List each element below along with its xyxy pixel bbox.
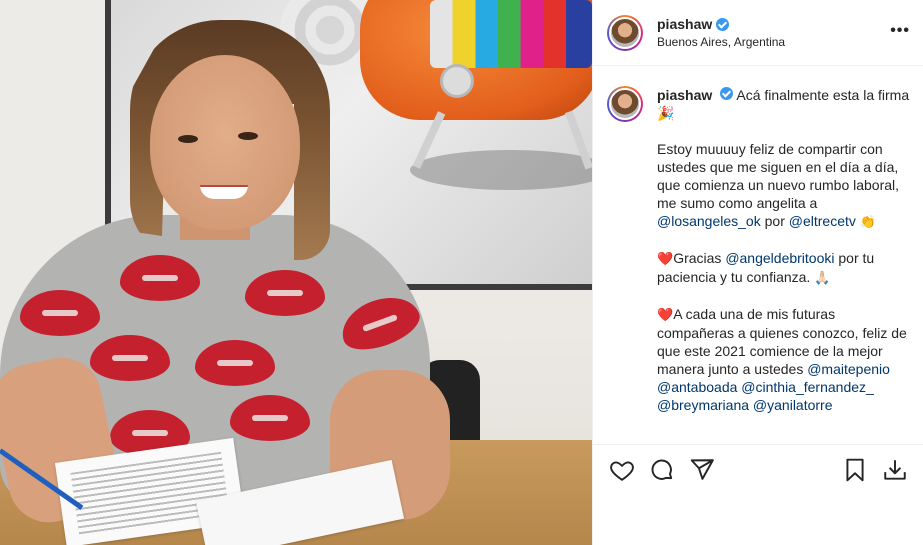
header-username[interactable]: piashaw: [657, 16, 712, 32]
mention-link[interactable]: @antaboada: [657, 379, 737, 395]
photo-lip-print: [195, 340, 275, 386]
bookmark-icon[interactable]: [842, 457, 868, 483]
photo-tv-screen: [430, 0, 592, 68]
caption-paragraph-3: ❤️A cada una de mis futuras compañeras a…: [657, 305, 910, 414]
photo-lip-print: [120, 255, 200, 301]
caption-text: Gracias: [673, 250, 722, 266]
avatar[interactable]: [607, 86, 643, 122]
more-options-button[interactable]: •••: [890, 22, 910, 40]
photo-lip-print: [230, 395, 310, 441]
post-photo[interactable]: [0, 0, 592, 545]
mention-link[interactable]: @yanilatorre: [753, 397, 833, 413]
action-bar: [593, 444, 923, 494]
photo-tv-knob: [440, 64, 474, 98]
mention-link[interactable]: @eltrecetv: [789, 213, 856, 229]
photo-eye: [238, 132, 258, 140]
post-side-panel: piashaw Buenos Aires, Argentina ••• pias…: [592, 0, 923, 545]
clap-emoji: 👏: [859, 214, 876, 229]
pray-emoji: 🙏🏻: [814, 270, 831, 285]
mention-link[interactable]: @losangeles_ok: [657, 213, 761, 229]
avatar[interactable]: [607, 14, 643, 51]
photo-eye: [178, 135, 198, 143]
caption-paragraph-1: Estoy muuuuy feliz de compartir con uste…: [657, 140, 910, 231]
comment-icon[interactable]: [649, 457, 675, 483]
verified-badge-icon: [720, 87, 734, 100]
photo-lip-print: [20, 290, 100, 336]
caption-text: por: [764, 213, 785, 229]
post-header: piashaw Buenos Aires, Argentina •••: [593, 0, 923, 66]
caption-text: Estoy muuuuy feliz de compartir con uste…: [657, 141, 900, 211]
mention-link[interactable]: @breymariana: [657, 397, 749, 413]
photo-lip-print: [90, 335, 170, 381]
verified-badge-icon: [716, 17, 730, 31]
caption-username[interactable]: piashaw: [657, 87, 712, 103]
heart-emoji: ❤️: [657, 307, 674, 322]
caption-paragraph-2: ❤️Gracias @angeldebritooki por tu pacien…: [657, 249, 910, 287]
caption-area: piashaw Acá finalmente esta la firma 🎉 E…: [593, 66, 923, 444]
heart-emoji: ❤️: [657, 251, 674, 266]
heart-icon[interactable]: [609, 457, 635, 483]
mention-link[interactable]: @angeldebritooki: [725, 250, 834, 266]
location-link[interactable]: Buenos Aires, Argentina: [657, 35, 785, 49]
photo-face: [150, 55, 300, 230]
mention-link[interactable]: @maitepenio: [807, 361, 890, 377]
photo-lip-print: [245, 270, 325, 316]
mention-link[interactable]: @cinthia_fernandez_: [741, 379, 874, 395]
photo-smile: [200, 185, 248, 199]
caption: piashaw Acá finalmente esta la firma 🎉 E…: [657, 86, 910, 414]
download-icon[interactable]: [882, 457, 908, 483]
send-icon[interactable]: [689, 457, 715, 483]
